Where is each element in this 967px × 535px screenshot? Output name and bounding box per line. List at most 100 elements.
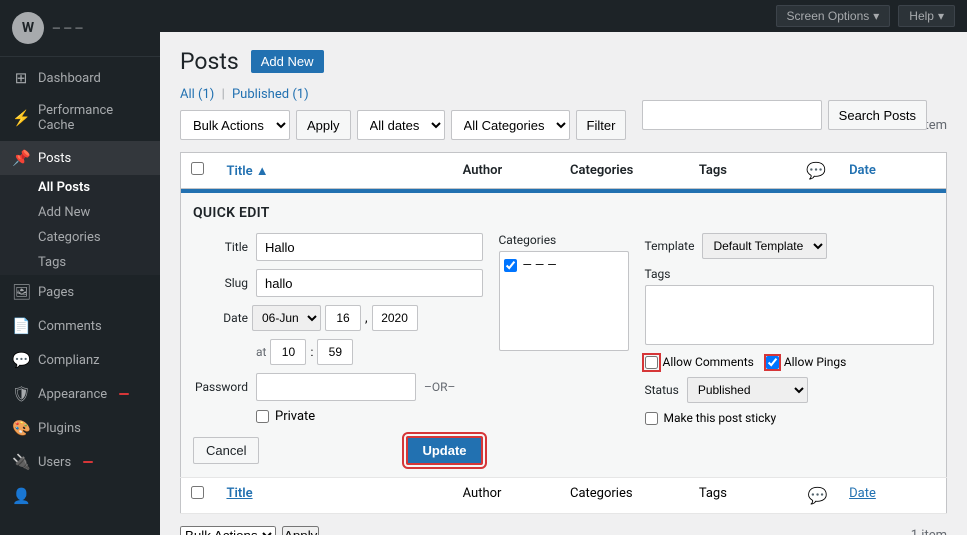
sidebar-item-posts[interactable]: 📌 Posts (0, 141, 160, 175)
qe-year-input[interactable] (372, 305, 418, 331)
allow-comments-checkbox[interactable] (645, 356, 658, 369)
quick-edit-body: Title Slug Date (193, 233, 934, 465)
sidebar-item-dashboard[interactable]: ⊞ Dashboard (0, 61, 160, 95)
qe-title-input[interactable] (256, 233, 483, 261)
footer-title-col: Title (216, 478, 452, 514)
footer-categories-col: Categories (560, 478, 689, 514)
sidebar-item-add-new[interactable]: Add New (0, 200, 160, 225)
title-sort-link[interactable]: Title ▲ (226, 164, 268, 179)
site-name: — — — (52, 22, 83, 35)
qe-password-label: Password (193, 380, 248, 394)
qe-or-label: –OR– (424, 380, 455, 394)
sidebar: W — — — ⊞ Dashboard ⚡ Performance Cache … (0, 0, 160, 535)
allow-row: Allow Comments Allow Pings (645, 355, 935, 369)
all-posts-link[interactable]: All (1) (180, 87, 218, 102)
categories-list[interactable]: — — — (499, 251, 629, 351)
sticky-label: Make this post sticky (664, 411, 777, 425)
complianz-badge (119, 393, 129, 395)
appearance-icon: 🎨 (12, 419, 30, 437)
qe-private-label: Private (275, 409, 315, 424)
filter-button[interactable]: Filter (576, 110, 627, 140)
item-count-bottom: 1 item (911, 528, 947, 535)
sidebar-item-tags[interactable]: Tags (0, 250, 160, 275)
qe-private-checkbox[interactable] (256, 410, 269, 423)
sidebar-item-label: Complianz (38, 353, 100, 368)
quick-edit-cell: QUICK EDIT Title (181, 189, 947, 478)
quick-edit-title: QUICK EDIT (193, 205, 934, 221)
sticky-checkbox[interactable] (645, 412, 658, 425)
qe-slug-input[interactable] (256, 269, 483, 297)
bottom-filter-bar: Bulk Actions Apply 1 item (180, 526, 947, 535)
qe-title-label: Title (193, 240, 248, 254)
screen-options-button[interactable]: Screen Options ▾ (776, 5, 891, 27)
footer-author-col: Author (453, 478, 560, 514)
content-area: Posts Add New Search Posts All (1) | Pub… (160, 32, 967, 535)
bulk-actions-select[interactable]: Bulk Actions (180, 110, 290, 140)
tags-label: Tags (38, 255, 66, 270)
sidebar-item-label: Performance Cache (38, 103, 148, 133)
sidebar-item-users[interactable]: 👤 (0, 479, 160, 513)
screen-options-chevron-icon: ▾ (873, 9, 879, 23)
wordpress-icon: W (12, 12, 44, 44)
select-all-checkbox[interactable] (191, 162, 204, 175)
sidebar-item-pages[interactable]: 📄 Comments (0, 309, 160, 343)
page-title: Posts (180, 48, 239, 75)
add-new-button[interactable]: Add New (251, 50, 324, 73)
qe-slug-label: Slug (193, 276, 248, 290)
search-area: Search Posts (642, 100, 927, 130)
status-row: Status Published Draft Pending Review (645, 377, 935, 403)
allow-pings-item: Allow Pings (766, 355, 847, 369)
date-sort-link[interactable]: Date (849, 163, 876, 178)
sidebar-item-all-posts[interactable]: All Posts (0, 175, 160, 200)
allow-pings-label: Allow Pings (784, 355, 847, 369)
plugins-icon: 🔌 (12, 453, 30, 471)
allow-comments-label: Allow Comments (663, 355, 754, 369)
cat-name: — — — (523, 258, 557, 272)
quick-edit-middle: Categories — — — (499, 233, 629, 465)
published-posts-link[interactable]: Published (1) (232, 87, 309, 102)
help-button[interactable]: Help ▾ (898, 5, 955, 27)
qe-hour-input[interactable] (270, 339, 306, 365)
footer-comments-col: 💬 (796, 478, 839, 514)
qe-password-input[interactable] (256, 373, 416, 401)
search-input[interactable] (642, 100, 822, 130)
categories-label: Categories (38, 230, 101, 245)
tags-input[interactable] (645, 285, 935, 345)
footer-title-link[interactable]: Title (226, 486, 252, 501)
sidebar-item-categories[interactable]: Categories (0, 225, 160, 250)
template-select[interactable]: Default Template (702, 233, 827, 259)
qe-day-input[interactable] (325, 305, 361, 331)
qe-month-select[interactable]: 06-Jun (252, 305, 321, 331)
qe-min-input[interactable] (317, 339, 353, 365)
plugins-badge (83, 461, 93, 463)
qe-title-row: Title (193, 233, 483, 261)
sidebar-item-plugins[interactable]: 🔌 Users (0, 445, 160, 479)
sidebar-item-appearance[interactable]: 🎨 Plugins (0, 411, 160, 445)
apply-button-top[interactable]: Apply (296, 110, 351, 140)
update-button[interactable]: Update (406, 436, 482, 465)
sidebar-item-comments[interactable]: 💬 Complianz (0, 343, 160, 377)
status-select[interactable]: Published Draft Pending Review (687, 377, 808, 403)
bulk-actions-select-bottom[interactable]: Bulk Actions (180, 526, 276, 535)
allow-pings-checkbox[interactable] (766, 356, 779, 369)
sidebar-item-label: Posts (38, 151, 71, 166)
sidebar-item-performance-cache[interactable]: ⚡ Performance Cache (0, 95, 160, 141)
posts-icon: 📌 (12, 149, 30, 167)
select-all-footer-checkbox[interactable] (191, 486, 204, 499)
template-row: Template Default Template (645, 233, 935, 259)
sidebar-item-media[interactable]: 🖼 Pages (0, 275, 160, 309)
search-posts-button[interactable]: Search Posts (828, 100, 927, 130)
footer-date-link[interactable]: Date (849, 486, 876, 501)
sidebar-item-label: Plugins (38, 421, 81, 436)
header-title: Title ▲ (216, 153, 452, 189)
wp-logo: W — — — (0, 0, 160, 57)
apply-button-bottom[interactable]: Apply (282, 526, 319, 535)
comments-icon: 💬 (12, 351, 30, 369)
cat-item: — — — (504, 256, 624, 274)
sidebar-item-complianz[interactable]: 🛡 Appearance (0, 377, 160, 411)
cancel-button[interactable]: Cancel (193, 437, 259, 464)
dates-filter-select[interactable]: All dates (357, 110, 445, 140)
all-posts-label: All Posts (38, 180, 90, 195)
categories-filter-select[interactable]: All Categories (451, 110, 570, 140)
cat-checkbox[interactable] (504, 259, 517, 272)
